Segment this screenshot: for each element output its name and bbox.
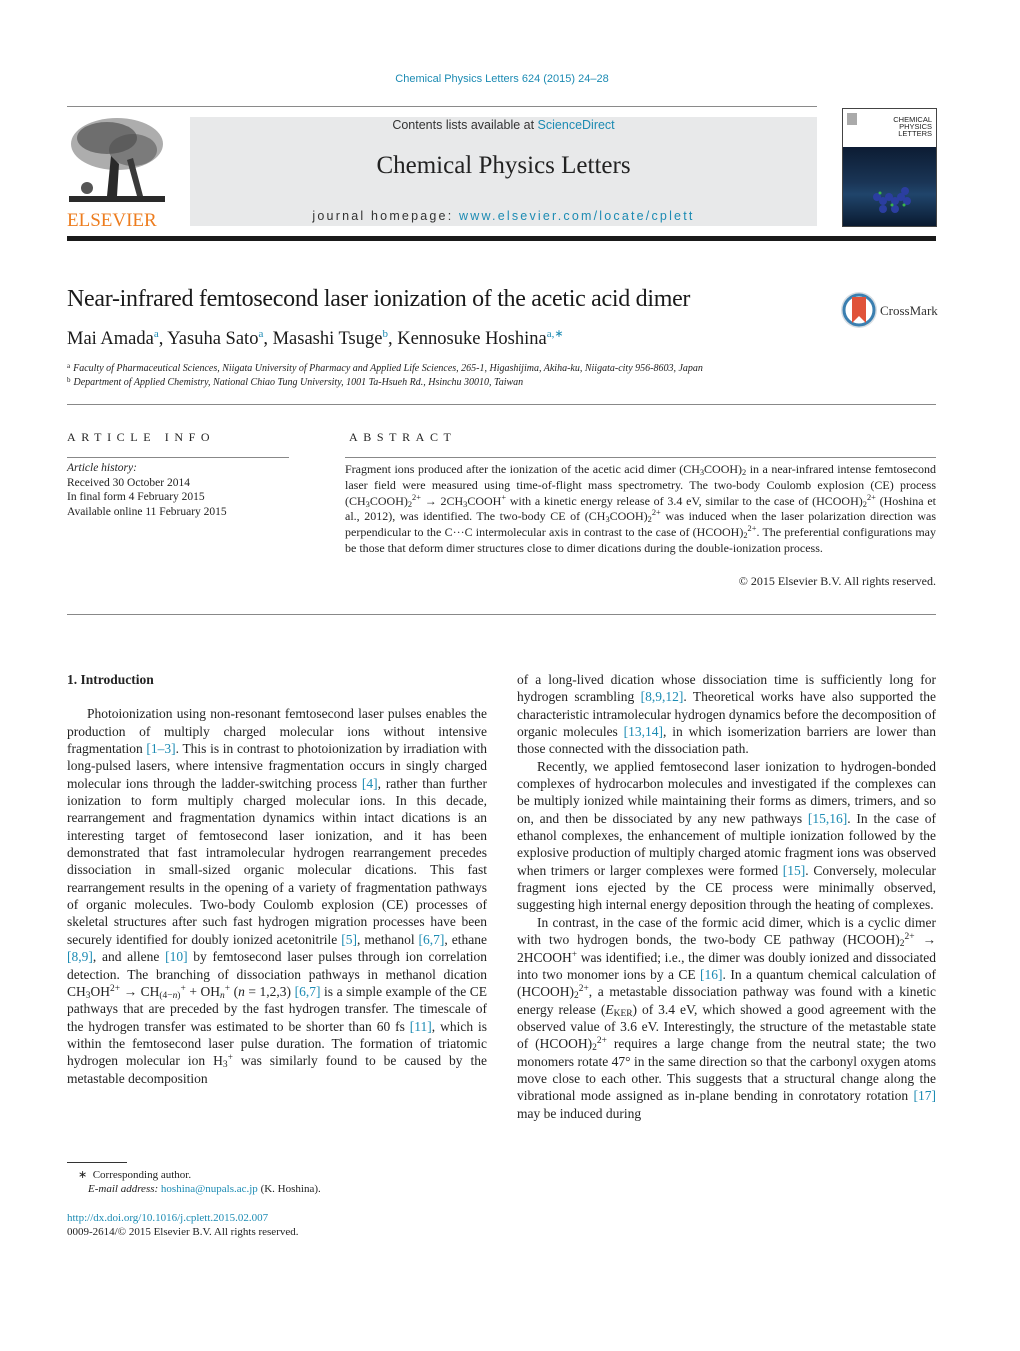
abstract-copyright: © 2015 Elsevier B.V. All rights reserved…: [738, 574, 936, 588]
body-column-right: of a long-lived dication whose dissociat…: [517, 671, 936, 1122]
email-suffix: (K. Hoshina).: [257, 1183, 321, 1195]
paragraph: Photoionization using non-resonant femto…: [67, 706, 488, 1086]
citation-link[interactable]: [1–3]: [146, 741, 175, 756]
final-form-date: In final form 4 February 2015: [67, 491, 205, 503]
cover-title-line: LETTERS: [898, 129, 932, 138]
journal-title: Chemical Physics Letters: [376, 152, 631, 179]
citation-link[interactable]: [8,9,12]: [641, 689, 684, 704]
section-divider: [67, 404, 936, 405]
article-history: Article history: Received 30 October 201…: [67, 461, 227, 519]
author-name[interactable]: Kennosuke Hoshina: [397, 329, 547, 349]
paragraph: In contrast, in the case of the formic a…: [517, 914, 937, 1121]
crossmark-button[interactable]: CrossMark: [840, 291, 940, 329]
elsevier-wordmark: ELSEVIER: [67, 210, 157, 231]
section-heading-introduction: 1. Introduction: [67, 672, 154, 687]
paragraph: Recently, we applied femtosecond laser i…: [517, 758, 936, 913]
paragraph: of a long-lived dication whose dissociat…: [517, 672, 937, 757]
affiliation-mark: a: [67, 362, 71, 370]
affiliation-mark: b: [67, 376, 71, 384]
homepage-prefix: journal homepage:: [312, 209, 460, 223]
affiliation-mark[interactable]: a,∗: [547, 328, 564, 340]
journal-reference-link[interactable]: Chemical Physics Letters 624 (2015) 24–2…: [0, 73, 1004, 85]
crossmark-icon: [841, 292, 877, 328]
email-link[interactable]: hoshina@nupals.ac.jp: [161, 1183, 258, 1195]
cover-artwork: [843, 147, 936, 226]
citation-link[interactable]: [11]: [410, 1019, 432, 1034]
footnote-divider: [67, 1162, 127, 1163]
article-info-divider: [67, 457, 289, 458]
citation-link[interactable]: [8,9]: [67, 949, 93, 964]
contents-line: Contents lists available at ScienceDirec…: [190, 118, 817, 132]
doi-link-wrap: http://dx.doi.org/10.1016/j.cplett.2015.…: [67, 1212, 268, 1224]
abstract-bottom-divider: [67, 614, 936, 615]
affiliation-mark[interactable]: a: [154, 328, 159, 340]
header-divider: [67, 106, 817, 107]
corresponding-author-note: ∗ Corresponding author.: [78, 1168, 191, 1181]
history-label: Article history:: [67, 462, 137, 474]
corresponding-label: Corresponding author.: [92, 1169, 192, 1181]
affiliation-text: Faculty of Pharmaceutical Sciences, Niig…: [73, 363, 703, 374]
cover-top: CHEMICAL PHYSICS LETTERS: [843, 109, 936, 147]
author-list: Mai Amadaa, Yasuha Satoa, Masashi Tsugeb…: [67, 328, 564, 349]
email-note: E-mail address: hoshina@nupals.ac.jp (K.…: [88, 1183, 321, 1195]
crossmark-label: CrossMark: [880, 303, 938, 318]
citation-link[interactable]: [4]: [362, 776, 378, 791]
citation-link[interactable]: [5]: [341, 932, 357, 947]
citation-link[interactable]: [6,7]: [295, 984, 321, 999]
affiliation-mark[interactable]: b: [382, 328, 388, 340]
molecule-artwork-icon: [873, 187, 911, 213]
affiliation-mark[interactable]: a: [258, 328, 263, 340]
article-info-heading: ARTICLE INFO: [67, 430, 216, 444]
sciencedirect-link[interactable]: ScienceDirect: [538, 118, 615, 132]
email-label: E-mail address:: [88, 1183, 161, 1195]
body-column-left: 1. Introduction Photoionization using no…: [67, 671, 487, 1087]
affiliation-text: Department of Applied Chemistry, Nationa…: [73, 377, 524, 388]
affiliation-a: a Faculty of Pharmaceutical Sciences, Nii…: [67, 362, 703, 374]
online-date: Available online 11 February 2015: [67, 505, 227, 518]
elsevier-tree-icon: [67, 116, 167, 206]
citation-link[interactable]: [10]: [165, 949, 188, 964]
abstract-divider: [345, 457, 936, 458]
homepage-link[interactable]: www.elsevier.com/locate/cplett: [459, 209, 695, 223]
received-date: Received 30 October 2014: [67, 476, 190, 489]
affiliation-b: b Department of Applied Chemistry, Nation…: [67, 376, 523, 388]
doi-link[interactable]: http://dx.doi.org/10.1016/j.cplett.2015.…: [67, 1212, 268, 1224]
footnote-star: ∗: [78, 1169, 88, 1181]
author-name[interactable]: Masashi Tsuge: [273, 329, 383, 349]
article-title: Near-infrared femtosecond laser ionizati…: [67, 286, 691, 312]
abstract-text: Fragment ions produced after the ionizat…: [345, 462, 937, 555]
homepage-line: journal homepage: www.elsevier.com/locat…: [190, 209, 817, 223]
header-thick-divider: [67, 236, 936, 241]
journal-masthead: Contents lists available at ScienceDirec…: [190, 117, 817, 226]
issn-line: 0009-2614/© 2015 Elsevier B.V. All right…: [67, 1226, 299, 1238]
abstract-heading: ABSTRACT: [349, 430, 457, 444]
citation-link[interactable]: [6,7]: [419, 932, 445, 947]
citation-link[interactable]: [15,16]: [808, 811, 847, 826]
cover-title: CHEMICAL PHYSICS LETTERS: [893, 116, 932, 138]
citation-link[interactable]: [15]: [783, 863, 806, 878]
citation-link[interactable]: [17]: [914, 1088, 937, 1103]
cover-logo-icon: [847, 113, 857, 125]
contents-prefix: Contents lists available at: [392, 118, 538, 132]
citation-link[interactable]: [13,14]: [624, 724, 663, 739]
journal-cover-image[interactable]: CHEMICAL PHYSICS LETTERS: [842, 108, 937, 227]
author-name[interactable]: Yasuha Sato: [167, 329, 258, 349]
author-name[interactable]: Mai Amada: [67, 329, 154, 349]
elsevier-logo[interactable]: ELSEVIER: [67, 116, 167, 231]
citation-link[interactable]: [16]: [700, 967, 723, 982]
